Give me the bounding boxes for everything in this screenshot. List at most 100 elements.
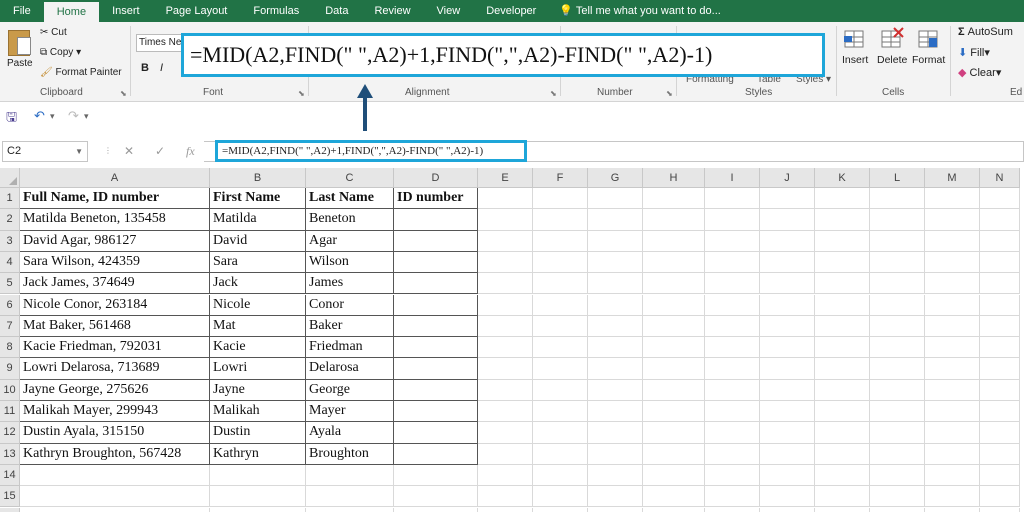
cell-m15[interactable] — [925, 486, 980, 508]
cell-i9[interactable] — [705, 358, 760, 380]
format-painter-button[interactable]: 🖌 Format Painter — [40, 67, 122, 78]
cell-n4[interactable] — [980, 251, 1020, 274]
cell-i1[interactable] — [705, 188, 760, 210]
cell-m7[interactable] — [925, 315, 980, 338]
cell-e1[interactable] — [478, 188, 533, 210]
cell-f16[interactable] — [533, 507, 588, 512]
insert-cells-button[interactable]: Insert — [842, 26, 868, 66]
cell-e16[interactable] — [478, 507, 533, 512]
cell-a14[interactable] — [20, 464, 210, 487]
column-header-g[interactable]: G — [588, 168, 643, 188]
alignment-launcher-icon[interactable]: ⬊ — [550, 89, 557, 98]
cell-c13[interactable]: Broughton — [306, 443, 394, 465]
cell-h4[interactable] — [643, 251, 705, 274]
cell-b3[interactable]: David — [210, 230, 306, 252]
cell-m12[interactable] — [925, 422, 980, 444]
cell-d2[interactable] — [394, 209, 478, 231]
row-header-13[interactable]: 13 — [0, 443, 20, 465]
bold-button[interactable]: B — [141, 62, 149, 74]
cell-c6[interactable]: Conor — [306, 294, 394, 316]
column-header-e[interactable]: E — [478, 168, 533, 188]
cell-l15[interactable] — [870, 486, 925, 508]
cell-a10[interactable]: Jayne George, 275626 — [20, 379, 210, 401]
cell-d8[interactable] — [394, 337, 478, 359]
tab-review[interactable]: Review — [361, 0, 423, 22]
cell-g4[interactable] — [588, 251, 643, 274]
cell-b13[interactable]: Kathryn — [210, 443, 306, 465]
cell-g6[interactable] — [588, 294, 643, 316]
row-header-8[interactable]: 8 — [0, 337, 20, 359]
row-header-7[interactable]: 7 — [0, 315, 20, 338]
cell-e8[interactable] — [478, 337, 533, 359]
cell-e15[interactable] — [478, 486, 533, 508]
row-header-11[interactable]: 11 — [0, 401, 20, 423]
cell-n1[interactable] — [980, 188, 1020, 210]
cell-d7[interactable] — [394, 315, 478, 338]
cell-e7[interactable] — [478, 315, 533, 338]
cell-c9[interactable]: Delarosa — [306, 358, 394, 380]
cell-a4[interactable]: Sara Wilson, 424359 — [20, 251, 210, 274]
cell-l8[interactable] — [870, 337, 925, 359]
cell-b9[interactable]: Lowri — [210, 358, 306, 380]
cell-h15[interactable] — [643, 486, 705, 508]
cell-e14[interactable] — [478, 464, 533, 487]
cell-m11[interactable] — [925, 401, 980, 423]
cell-m5[interactable] — [925, 273, 980, 295]
cell-f5[interactable] — [533, 273, 588, 295]
cell-a2[interactable]: Matilda Beneton, 135458 — [20, 209, 210, 231]
cell-f1[interactable] — [533, 188, 588, 210]
column-header-l[interactable]: L — [870, 168, 925, 188]
font-name-select[interactable]: Times Ne — [136, 34, 182, 52]
tab-view[interactable]: View — [424, 0, 474, 22]
cell-d14[interactable] — [394, 464, 478, 487]
cell-h9[interactable] — [643, 358, 705, 380]
cancel-icon[interactable]: ✕ — [124, 144, 134, 158]
row-header-4[interactable]: 4 — [0, 251, 20, 274]
cell-n16[interactable] — [980, 507, 1020, 512]
cell-m14[interactable] — [925, 464, 980, 487]
row-header-12[interactable]: 12 — [0, 422, 20, 444]
cell-i3[interactable] — [705, 230, 760, 252]
cell-h11[interactable] — [643, 401, 705, 423]
cell-a16[interactable] — [20, 507, 210, 512]
cell-l16[interactable] — [870, 507, 925, 512]
cell-m9[interactable] — [925, 358, 980, 380]
cell-a15[interactable] — [20, 486, 210, 508]
cell-k8[interactable] — [815, 337, 870, 359]
cell-j12[interactable] — [760, 422, 815, 444]
cell-m8[interactable] — [925, 337, 980, 359]
column-header-k[interactable]: K — [815, 168, 870, 188]
cell-c14[interactable] — [306, 464, 394, 487]
row-header-9[interactable]: 9 — [0, 358, 20, 380]
cell-b11[interactable]: Malikah — [210, 401, 306, 423]
name-box[interactable]: C2 ▼ — [2, 141, 88, 162]
cell-l6[interactable] — [870, 294, 925, 316]
cell-h8[interactable] — [643, 337, 705, 359]
cell-l12[interactable] — [870, 422, 925, 444]
cell-n2[interactable] — [980, 209, 1020, 231]
cell-b12[interactable]: Dustin — [210, 422, 306, 444]
cell-n13[interactable] — [980, 443, 1020, 465]
cell-f12[interactable] — [533, 422, 588, 444]
cell-c7[interactable]: Baker — [306, 315, 394, 338]
cell-d4[interactable] — [394, 251, 478, 274]
cell-e6[interactable] — [478, 294, 533, 316]
cell-g9[interactable] — [588, 358, 643, 380]
cell-h16[interactable] — [643, 507, 705, 512]
cell-g5[interactable] — [588, 273, 643, 295]
cell-j7[interactable] — [760, 315, 815, 338]
cell-c1[interactable]: Last Name — [306, 188, 394, 210]
column-header-b[interactable]: B — [210, 168, 306, 188]
chevron-down-icon[interactable]: ▾ — [50, 111, 55, 122]
cell-f13[interactable] — [533, 443, 588, 465]
cell-k6[interactable] — [815, 294, 870, 316]
cell-l5[interactable] — [870, 273, 925, 295]
cell-k13[interactable] — [815, 443, 870, 465]
cell-i5[interactable] — [705, 273, 760, 295]
tab-page-layout[interactable]: Page Layout — [153, 0, 241, 22]
cell-b16[interactable] — [210, 507, 306, 512]
cell-c10[interactable]: George — [306, 379, 394, 401]
column-header-d[interactable]: D — [394, 168, 478, 188]
select-all-button[interactable] — [0, 168, 20, 188]
cell-k5[interactable] — [815, 273, 870, 295]
